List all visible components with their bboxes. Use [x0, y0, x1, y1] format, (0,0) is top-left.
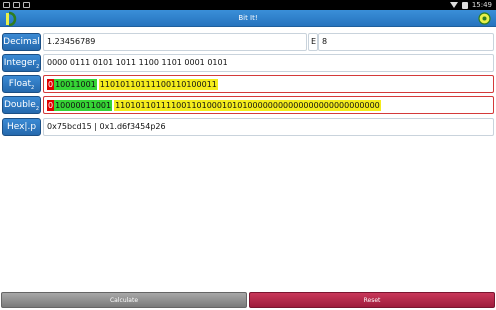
settings-icon[interactable] — [478, 12, 491, 25]
exponent-input[interactable]: 8 — [318, 33, 494, 51]
double-sign-bit: 0 — [47, 99, 55, 111]
wifi-icon — [449, 2, 458, 8]
exponent-label: E — [311, 37, 317, 46]
float-bits-field[interactable]: 0 10011001 11010110111100110100011 — [43, 75, 494, 93]
float-label-sub: 2 — [31, 84, 35, 91]
double-exponent-bits: 10000011001 — [54, 99, 113, 111]
hex-input[interactable]: 0x75bcd15 | 0x1.d6f3454p26 — [43, 118, 494, 136]
hex-value: 0x75bcd15 | 0x1.d6f3454p26 — [47, 122, 166, 131]
decimal-label: Decimal — [3, 37, 40, 47]
message-icon — [23, 2, 30, 8]
app-title: Bit It! — [238, 14, 258, 22]
status-bar: 15:49 — [0, 0, 496, 10]
hex-label-button[interactable]: Hex|.p — [2, 118, 41, 136]
double-mantissa-bits: 1101011011110011010001010100000000000000… — [114, 99, 381, 111]
integer-label-sub: 2 — [36, 63, 40, 70]
reset-button[interactable]: Reset — [249, 292, 495, 308]
reset-label: Reset — [363, 297, 381, 304]
double-label: Double — [3, 100, 36, 110]
calculate-button[interactable]: Calculate — [1, 292, 247, 308]
float-mantissa-bits: 11010110111100110100011 — [98, 78, 218, 90]
hex-label: Hex|.p — [6, 122, 37, 132]
float-label: Float — [8, 79, 32, 89]
integer-label: Integer — [3, 58, 37, 68]
action-bar: Bit It! — [0, 10, 496, 27]
decimal-value: 1.23456789 — [47, 37, 96, 46]
float-label-button[interactable]: Float2 — [2, 75, 41, 93]
decimal-input[interactable]: 1.23456789 — [43, 33, 307, 51]
integer-input[interactable]: 0000 0111 0101 1011 1100 1101 0001 0101 — [43, 54, 494, 72]
float-exponent-bits: 10011001 — [54, 78, 97, 90]
notification-icon — [13, 2, 20, 8]
exponent-label-box: E — [308, 33, 318, 51]
double-label-button[interactable]: Double2 — [2, 96, 41, 114]
exponent-value: 8 — [322, 37, 328, 46]
battery-icon — [461, 1, 468, 9]
double-label-sub: 2 — [35, 105, 40, 112]
decimal-label-button[interactable]: Decimal — [2, 33, 41, 51]
calculate-label: Calculate — [109, 297, 139, 304]
integer-label-button[interactable]: Integer2 — [2, 54, 41, 72]
float-sign-bit: 0 — [47, 78, 55, 90]
notification-icon — [3, 2, 10, 8]
double-bits-field[interactable]: 0 10000011001 11010110111100110100010101… — [43, 96, 494, 114]
integer-value: 0000 0111 0101 1011 1100 1101 0001 0101 — [47, 58, 228, 67]
status-time: 15:49 — [471, 1, 492, 9]
